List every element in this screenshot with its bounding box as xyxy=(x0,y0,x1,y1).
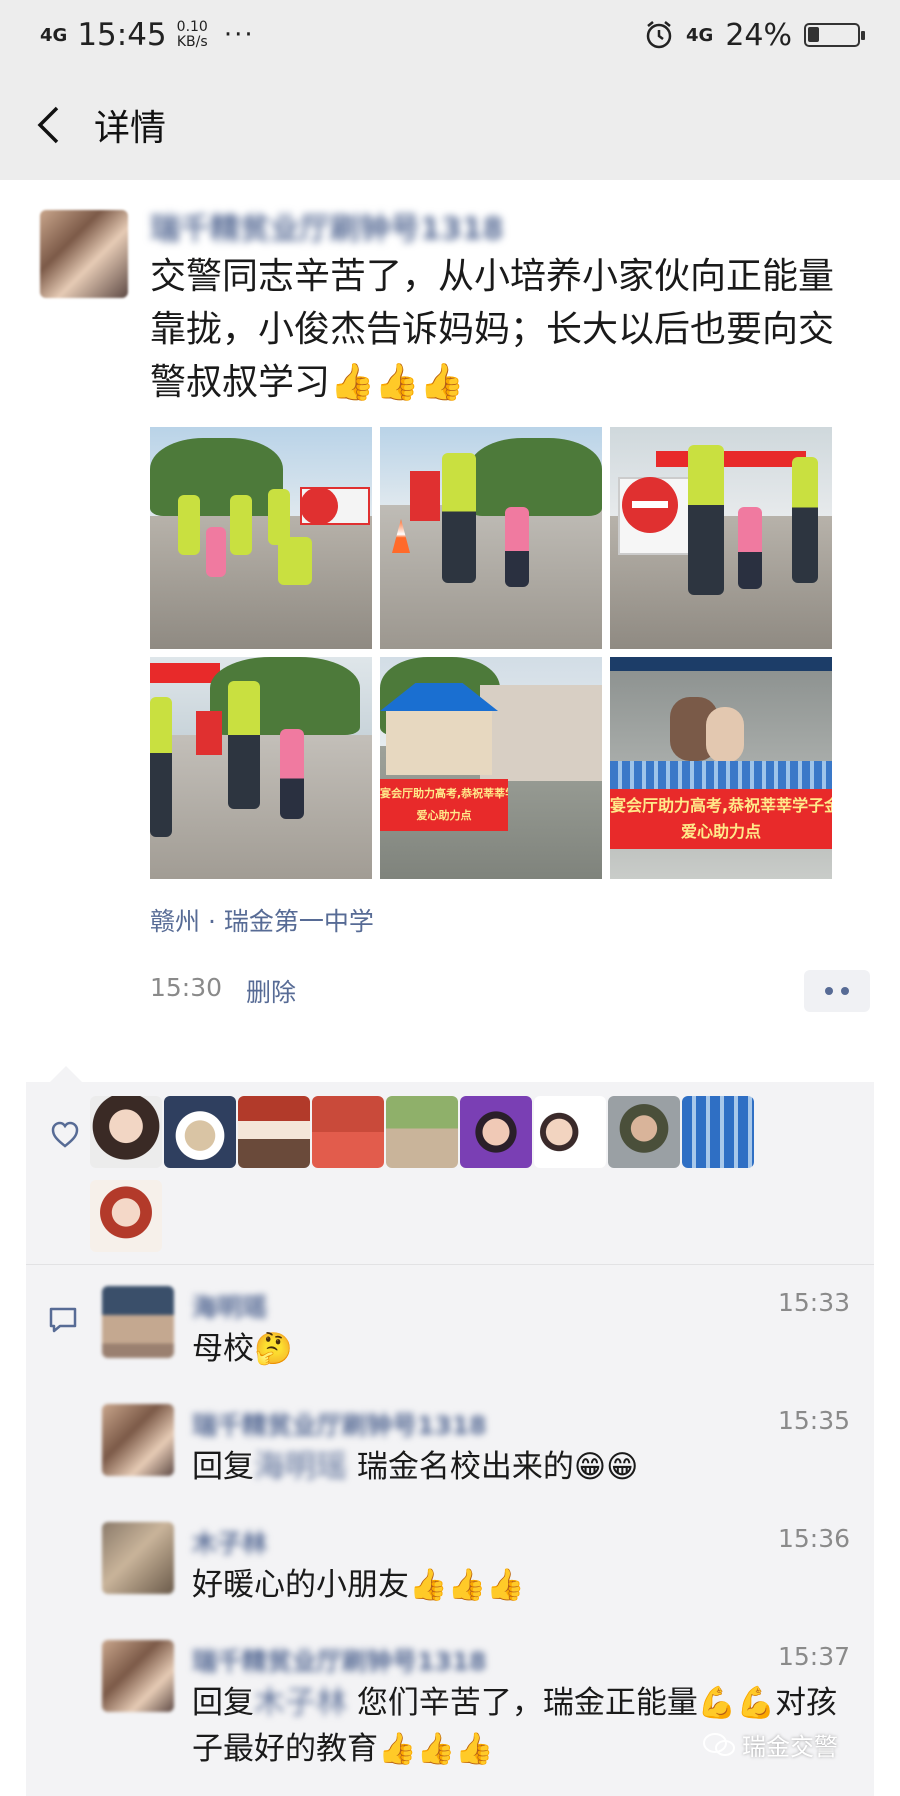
liker-avatar[interactable] xyxy=(238,1096,310,1168)
back-button[interactable] xyxy=(28,100,68,150)
banner-slogan-2: 宴会厅助力高考,恭祝莘莘学子金榜 xyxy=(610,796,832,815)
comment-item[interactable]: 瑞千精贫业厅刷钟号1318 15:35 回复海明瑶 瑞金名校出来的😁😁 xyxy=(102,1404,862,1504)
author-name[interactable]: 瑞千精贫业厅刷钟号1318 xyxy=(150,210,580,250)
net-speed-value: 0.10 xyxy=(176,19,208,35)
comment-text: 母校🤔 xyxy=(192,1326,852,1372)
comment-time: 15:37 xyxy=(777,1642,850,1671)
liker-avatar[interactable] xyxy=(90,1096,162,1168)
post-photo[interactable] xyxy=(150,427,372,649)
liker-avatar[interactable] xyxy=(164,1096,236,1168)
chevron-left-icon xyxy=(37,106,59,144)
post-location[interactable]: 赣州 · 瑞金第一中学 xyxy=(150,902,374,938)
reply-target[interactable]: 海明瑶 xyxy=(254,1449,347,1485)
commenter-name[interactable]: 瑞千精贫业厅刷钟号1318 xyxy=(192,1642,487,1676)
delete-link[interactable]: 删除 xyxy=(246,973,296,1009)
post-content: 交警同志辛苦了，从小培养小家伙向正能量靠拢，小俊杰告诉妈妈；长大以后也要向交警叔… xyxy=(150,256,835,403)
commenter-avatar[interactable] xyxy=(102,1286,174,1358)
interaction-panel: 海明瑶 15:33 母校🤔 瑞千精贫业厅刷钟号1318 15:35 回复海明瑶 … xyxy=(26,1082,874,1796)
signal-indicator: 4G xyxy=(40,24,68,46)
commenter-name[interactable]: 瑞千精贫业厅刷钟号1318 xyxy=(192,1406,487,1440)
commenter-avatar[interactable] xyxy=(102,1404,174,1476)
reply-target[interactable]: 木子林 xyxy=(254,1685,347,1721)
status-time: 15:45 xyxy=(77,17,167,53)
post-time: 15:30 xyxy=(150,973,223,1002)
post-meta: 15:30 删除 xyxy=(150,973,296,1009)
panel-pointer xyxy=(50,1066,82,1082)
liker-avatar[interactable] xyxy=(312,1096,384,1168)
liker-avatar[interactable] xyxy=(460,1096,532,1168)
comment-item[interactable]: 海明瑶 15:33 母校🤔 xyxy=(102,1286,862,1386)
post-photo[interactable]: 宴会厅助力高考,恭祝莘莘学子金榜 爱心助力点 xyxy=(380,657,602,879)
panel-divider xyxy=(26,1264,874,1265)
battery-fill xyxy=(808,27,819,42)
battery-percent: 24% xyxy=(725,17,792,53)
liker-avatar[interactable] xyxy=(534,1096,606,1168)
comment-time: 15:35 xyxy=(777,1406,850,1435)
wechat-icon xyxy=(703,1732,735,1756)
overflow-dots: ··· xyxy=(223,20,255,50)
comment-item[interactable]: 木子林 15:36 好暖心的小朋友👍👍👍 xyxy=(102,1522,862,1622)
liker-avatar[interactable] xyxy=(608,1096,680,1168)
more-actions-button[interactable] xyxy=(804,970,870,1012)
nav-bar: 详情 xyxy=(0,70,900,180)
alarm-icon xyxy=(646,21,672,49)
commenter-name[interactable]: 海明瑶 xyxy=(192,1288,267,1322)
comment-text: 好暖心的小朋友👍👍👍 xyxy=(192,1562,852,1608)
comment-time: 15:36 xyxy=(777,1524,850,1553)
banner-love-point: 爱心助力点 xyxy=(416,809,472,822)
reply-prefix: 回复 xyxy=(192,1449,254,1485)
commenter-avatar[interactable] xyxy=(102,1522,174,1594)
watermark: 瑞金交警 xyxy=(702,1727,838,1762)
dot xyxy=(825,987,833,995)
comment-icon xyxy=(49,1307,77,1333)
network-type: 4G xyxy=(686,24,714,46)
banner-love-point-2: 爱心助力点 xyxy=(680,822,761,841)
banner-slogan: 宴会厅助力高考,恭祝莘莘学子金榜 xyxy=(380,787,508,800)
commenter-avatar[interactable] xyxy=(102,1640,174,1712)
dot xyxy=(841,987,849,995)
status-bar: 4G 15:45 0.10 KB/s ··· 4G 24% xyxy=(0,0,900,70)
liker-avatar[interactable] xyxy=(386,1096,458,1168)
watermark-text: 瑞金交警 xyxy=(742,1733,838,1761)
reply-prefix: 回复 xyxy=(192,1685,254,1721)
page-title: 详情 xyxy=(94,108,167,149)
net-speed-unit: KB/s xyxy=(176,34,208,50)
post-photo[interactable] xyxy=(150,657,372,879)
net-speed: 0.10 KB/s xyxy=(177,20,208,50)
heart-icon xyxy=(51,1121,79,1148)
liker-avatar[interactable] xyxy=(90,1180,162,1252)
status-right: 4G 24% xyxy=(644,17,865,53)
author-avatar[interactable] xyxy=(40,210,128,298)
comment-time: 15:33 xyxy=(777,1288,850,1317)
battery-icon xyxy=(804,23,865,47)
comment-body: 好暖心的小朋友👍👍👍 xyxy=(192,1567,525,1603)
comment-body: 母校🤔 xyxy=(192,1331,293,1367)
post-photo[interactable]: 宴会厅助力高考,恭祝莘莘学子金榜 爱心助力点 xyxy=(610,657,832,879)
photo-grid: 宴会厅助力高考,恭祝莘莘学子金榜 爱心助力点 宴会厅助力高考,恭祝莘莘学子金榜 … xyxy=(150,427,832,879)
post-photo[interactable] xyxy=(610,427,832,649)
liker-avatar[interactable] xyxy=(682,1096,754,1168)
commenter-name[interactable]: 木子林 xyxy=(192,1524,267,1558)
post-photo[interactable] xyxy=(380,427,602,649)
comment-text: 回复海明瑶 瑞金名校出来的😁😁 xyxy=(192,1444,852,1490)
comment-body: 瑞金名校出来的😁😁 xyxy=(356,1449,639,1485)
